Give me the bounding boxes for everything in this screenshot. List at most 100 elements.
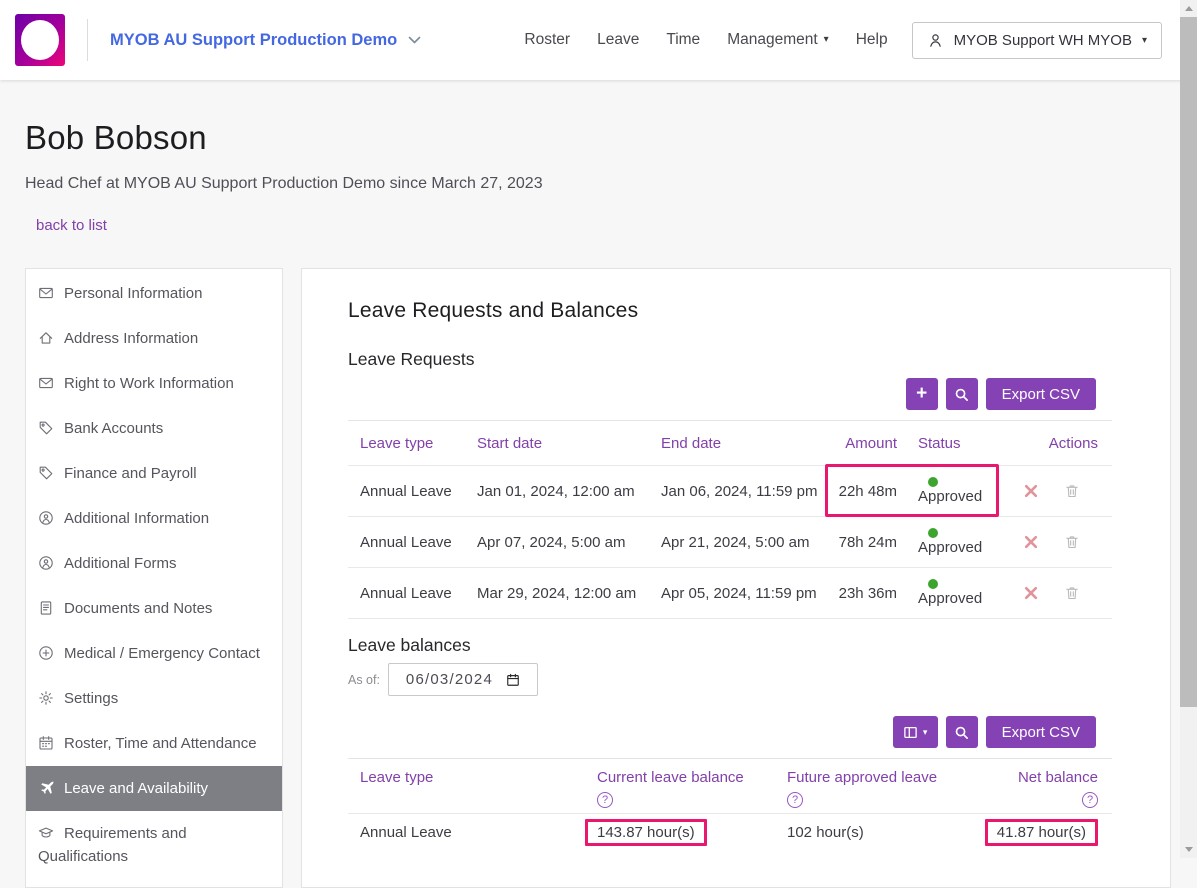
user-circle-icon <box>38 510 54 526</box>
cell-status: Approved <box>904 579 996 607</box>
nav-help[interactable]: Help <box>856 31 888 49</box>
sidebar-item-label: Leave and Availability <box>64 780 208 797</box>
sidebar-item-label: Finance and Payroll <box>64 465 197 482</box>
sidebar-item-additional-information[interactable]: Additional Information <box>26 496 282 541</box>
nav-time[interactable]: Time <box>666 31 700 49</box>
leave-requests-table-header: Leave typeStart dateEnd dateAmountStatus… <box>348 421 1112 465</box>
user-menu-button[interactable]: MYOB Support WH MYOB ▾ <box>912 22 1162 59</box>
company-name: MYOB AU Support Production Demo <box>110 31 397 50</box>
cell-leave-type: Annual Leave <box>348 483 465 500</box>
sidebar-item-settings[interactable]: Settings <box>26 676 282 721</box>
airplane-icon <box>38 780 54 796</box>
home-icon <box>38 330 54 346</box>
sidebar-item-additional-forms[interactable]: Additional Forms <box>26 541 282 586</box>
help-icon[interactable]: ? <box>787 792 803 808</box>
sidebar-item-label: Settings <box>64 690 118 707</box>
cell-end-date: Apr 21, 2024, 5:00 am <box>649 534 826 551</box>
trash-icon <box>1064 585 1080 601</box>
cell-amount: 22h 48m <box>826 483 904 500</box>
cell-start-date: Jan 01, 2024, 12:00 am <box>465 483 649 500</box>
column-header-status: Status <box>904 435 996 452</box>
delete-request-button[interactable] <box>1064 585 1080 601</box>
chevron-down-icon <box>408 36 421 45</box>
sidebar-item-label: Requirements and Qualifications <box>38 825 187 865</box>
leave-panel: Leave Requests and Balances Leave Reques… <box>301 268 1171 888</box>
add-leave-request-button[interactable]: + <box>906 378 938 410</box>
plus-icon: + <box>916 384 927 403</box>
sidebar-item-label: Roster, Time and Attendance <box>64 735 257 752</box>
search-balances-button[interactable] <box>946 716 978 748</box>
as-of-date-input[interactable]: 06/03/2024 <box>388 663 538 696</box>
annotation-highlight-box: 41.87 hour(s) <box>985 819 1098 846</box>
column-header-net-balance: Net balance? <box>968 769 1112 808</box>
sidebar-item-documents-and-notes[interactable]: Documents and Notes <box>26 586 282 631</box>
cell-future-approved-leave: 102 hour(s) <box>775 824 968 841</box>
delete-request-button[interactable] <box>1064 483 1080 499</box>
document-icon <box>38 600 54 616</box>
company-selector[interactable]: MYOB AU Support Production Demo <box>110 31 421 50</box>
leave-balances-table: Leave typeCurrent leave balance?Future a… <box>348 758 1112 855</box>
export-requests-csv-button[interactable]: Export CSV <box>986 378 1096 410</box>
sidebar-item-bank-accounts[interactable]: Bank Accounts <box>26 406 282 451</box>
medical-icon <box>38 645 54 661</box>
delete-request-button[interactable] <box>1064 534 1080 550</box>
cancel-request-button[interactable] <box>1024 484 1038 498</box>
column-header-amount: Amount <box>826 435 904 452</box>
sidebar-item-roster-time-and-attendance[interactable]: Roster, Time and Attendance <box>26 721 282 766</box>
myob-logo[interactable] <box>15 14 65 66</box>
vertical-scrollbar <box>1180 0 1197 858</box>
leave-requests-table: Leave typeStart dateEnd dateAmountStatus… <box>348 420 1112 619</box>
sidebar-item-right-to-work-information[interactable]: Right to Work Information <box>26 361 282 406</box>
scrollbar-down-button[interactable] <box>1180 841 1197 858</box>
sidebar-item-address-information[interactable]: Address Information <box>26 316 282 361</box>
caret-down-icon: ▾ <box>1142 35 1147 46</box>
cell-amount: 78h 24m <box>826 534 904 551</box>
search-requests-button[interactable] <box>946 378 978 410</box>
sidebar-item-label: Documents and Notes <box>64 600 212 617</box>
caret-down-icon: ▾ <box>824 34 829 45</box>
sidebar-item-medical-emergency-contact[interactable]: Medical / Emergency Contact <box>26 631 282 676</box>
nav-leave[interactable]: Leave <box>597 31 639 49</box>
help-icon[interactable]: ? <box>597 792 613 808</box>
sidebar-item-finance-and-payroll[interactable]: Finance and Payroll <box>26 451 282 496</box>
scrollbar-up-button[interactable] <box>1180 0 1197 17</box>
cell-start-date: Apr 07, 2024, 5:00 am <box>465 534 649 551</box>
cell-actions <box>996 534 1112 550</box>
gear-icon <box>38 690 54 706</box>
sidebar-item-leave-and-availability[interactable]: Leave and Availability <box>26 766 282 811</box>
export-balances-csv-button[interactable]: Export CSV <box>986 716 1096 748</box>
sidebar-item-label: Bank Accounts <box>64 420 163 437</box>
user-circle-icon <box>38 555 54 571</box>
scrollbar-thumb[interactable] <box>1180 17 1197 707</box>
sidebar-item-label: Additional Forms <box>64 555 177 572</box>
sidebar-item-label: Personal Information <box>64 285 202 302</box>
sidebar-item-requirements-and-qualifications[interactable]: Requirements and Qualifications <box>26 811 282 879</box>
tag-icon <box>38 420 54 436</box>
column-header-label: Current leave balance <box>597 769 744 786</box>
leave-request-row: Annual LeaveJan 01, 2024, 12:00 amJan 06… <box>348 465 1112 516</box>
header-divider <box>87 19 88 61</box>
requests-toolbar: + Export CSV <box>348 378 1112 410</box>
column-header-leave-type: Leave type <box>348 435 465 452</box>
back-to-list-link[interactable]: back to list <box>36 217 107 234</box>
cancel-request-button[interactable] <box>1024 535 1038 549</box>
cell-amount: 23h 36m <box>826 585 904 602</box>
columns-icon <box>903 725 918 740</box>
nav-management[interactable]: Management▾ <box>727 31 829 49</box>
triangle-up-icon <box>1185 6 1193 11</box>
cell-leave-type: Annual Leave <box>348 534 465 551</box>
x-icon <box>1024 535 1038 549</box>
column-header-end-date: End date <box>649 435 826 452</box>
nav-roster[interactable]: Roster <box>524 31 570 49</box>
as-of-label: As of: <box>348 673 380 687</box>
cell-leave-type: Annual Leave <box>348 585 465 602</box>
graduation-cap-icon <box>38 825 54 841</box>
column-header-leave-type: Leave type <box>348 769 585 808</box>
sidebar-item-personal-information[interactable]: Personal Information <box>26 271 282 316</box>
cancel-request-button[interactable] <box>1024 586 1038 600</box>
sidebar-item-label: Right to Work Information <box>64 375 234 392</box>
help-icon[interactable]: ? <box>1082 792 1098 808</box>
column-chooser-button[interactable]: ▾ <box>893 716 938 748</box>
page-subtitle: Head Chef at MYOB AU Support Production … <box>25 175 543 193</box>
magnifier-icon <box>954 725 969 740</box>
